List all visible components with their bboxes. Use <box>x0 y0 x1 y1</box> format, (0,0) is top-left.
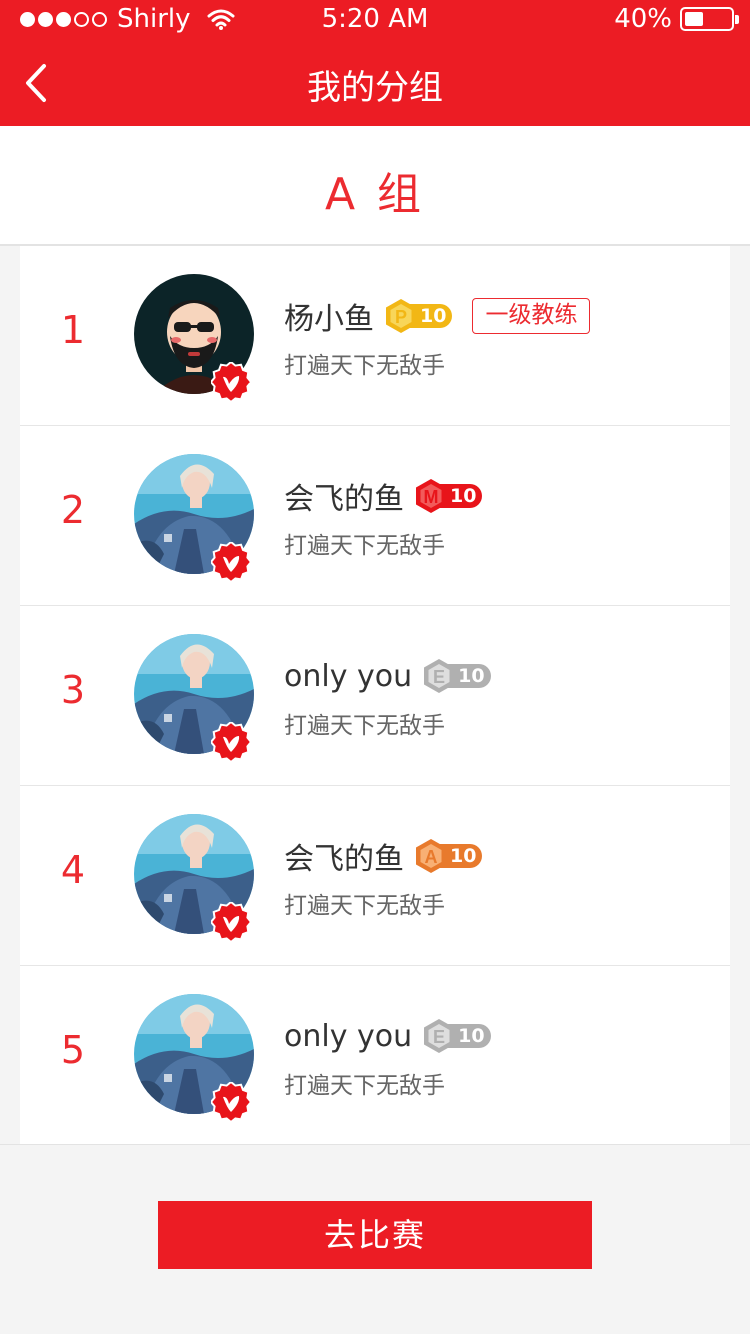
level-badge: A 10 <box>414 838 483 874</box>
member-motto: 打遍天下无敌手 <box>284 893 445 919</box>
member-row[interactable]: 3 only you E 10 打遍天下无敌手 <box>20 606 730 786</box>
level-hexagon-icon: M <box>414 478 448 514</box>
member-rank: 3 <box>60 668 86 712</box>
vip-verified-icon <box>209 360 253 404</box>
vip-verified-icon <box>209 1080 253 1124</box>
level-hexagon-icon: A <box>414 838 448 874</box>
member-name-line: only you E 10 <box>284 1016 491 1056</box>
vip-verified-icon <box>209 720 253 764</box>
role-tag: 一级教练 <box>472 298 591 334</box>
level-hexagon-icon: E <box>422 658 456 694</box>
group-title: A 组 <box>324 169 426 220</box>
level-hexagon-icon: P <box>384 298 418 334</box>
go-match-button[interactable]: 去比赛 <box>158 1201 592 1269</box>
member-name-line: only you E 10 <box>284 656 491 696</box>
battery-fill <box>685 12 703 26</box>
member-row[interactable]: 4 会飞的鱼 A 10 打遍天下无敌手 <box>20 786 730 966</box>
nav-bar: 我的分组 <box>0 40 750 126</box>
group-header: A 组 <box>0 126 750 246</box>
member-rank: 2 <box>60 488 86 532</box>
svg-text:P: P <box>395 307 407 327</box>
vip-verified-icon <box>209 900 253 944</box>
member-name: 杨小鱼 <box>284 302 374 337</box>
page-title: 我的分组 <box>307 68 443 108</box>
battery-icon <box>680 7 739 31</box>
member-list: 1 杨小鱼 P 10 一级教练打遍天下无敌手 2 会飞的鱼 M 10 打遍天下无敌手 3 only y… <box>20 246 730 1144</box>
member-rank: 5 <box>60 1028 86 1072</box>
member-rank: 4 <box>60 848 86 892</box>
member-motto: 打遍天下无敌手 <box>284 353 445 379</box>
member-name: 会飞的鱼 <box>284 842 404 877</box>
svg-text:A: A <box>425 847 438 867</box>
status-bar: Shirly 5:20 AM 40% <box>0 0 750 40</box>
level-badge: P 10 <box>384 298 453 334</box>
member-name-line: 会飞的鱼 M 10 <box>284 476 483 517</box>
bottom-action-area: 去比赛 <box>0 1144 750 1334</box>
member-row[interactable]: 1 杨小鱼 P 10 一级教练打遍天下无敌手 <box>20 246 730 426</box>
level-badge: M 10 <box>414 478 483 514</box>
member-rank: 1 <box>60 308 86 352</box>
svg-text:E: E <box>433 667 445 687</box>
member-motto: 打遍天下无敌手 <box>284 1073 445 1099</box>
svg-text:M: M <box>424 487 439 507</box>
member-name-line: 会飞的鱼 A 10 <box>284 836 483 877</box>
member-name: only you <box>284 1018 413 1054</box>
level-hexagon-icon: E <box>422 1018 456 1054</box>
member-row[interactable]: 5 only you E 10 打遍天下无敌手 <box>20 966 730 1144</box>
member-name: 会飞的鱼 <box>284 482 404 517</box>
member-row[interactable]: 2 会飞的鱼 M 10 打遍天下无敌手 <box>20 426 730 606</box>
battery-percent: 40% <box>614 4 672 34</box>
member-motto: 打遍天下无敌手 <box>284 713 445 739</box>
level-badge: E 10 <box>422 1018 491 1054</box>
member-motto: 打遍天下无敌手 <box>284 533 445 559</box>
vip-verified-icon <box>209 540 253 584</box>
member-name: only you <box>284 658 413 694</box>
status-right: 40% <box>614 4 739 34</box>
svg-text:E: E <box>433 1027 445 1047</box>
member-name-line: 杨小鱼 P 10 一级教练 <box>284 296 591 337</box>
level-badge: E 10 <box>422 658 491 694</box>
